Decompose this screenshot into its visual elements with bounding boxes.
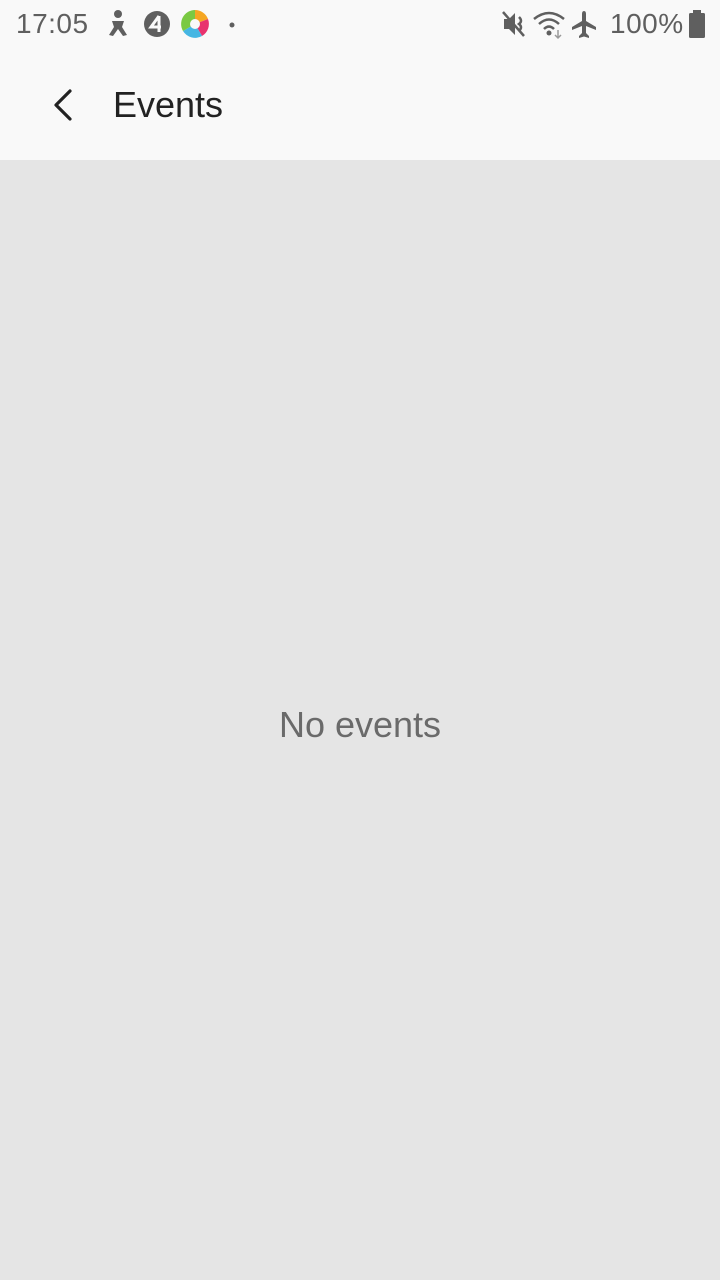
page-title: Events (113, 84, 224, 125)
status-bar: 17:05 100% (0, 0, 720, 50)
channel4-icon (144, 11, 170, 37)
accessibility-icon (109, 10, 127, 36)
battery-percent: 100% (610, 8, 684, 39)
battery-icon (689, 10, 705, 38)
chevron-left-icon (54, 89, 72, 121)
wifi-icon (533, 11, 565, 40)
status-time: 17:05 (16, 8, 89, 39)
back-button[interactable] (34, 75, 94, 135)
camera-app-icon (181, 10, 209, 38)
events-list-area: No events (0, 160, 720, 1280)
system-status-icons: 100% (502, 8, 720, 40)
app-bar: Events (0, 50, 720, 160)
vibrate-mute-icon (502, 11, 525, 37)
empty-state-message: No events (278, 704, 442, 745)
more-notifications-dot-icon (229, 22, 235, 28)
airplane-mode-icon (572, 11, 596, 38)
